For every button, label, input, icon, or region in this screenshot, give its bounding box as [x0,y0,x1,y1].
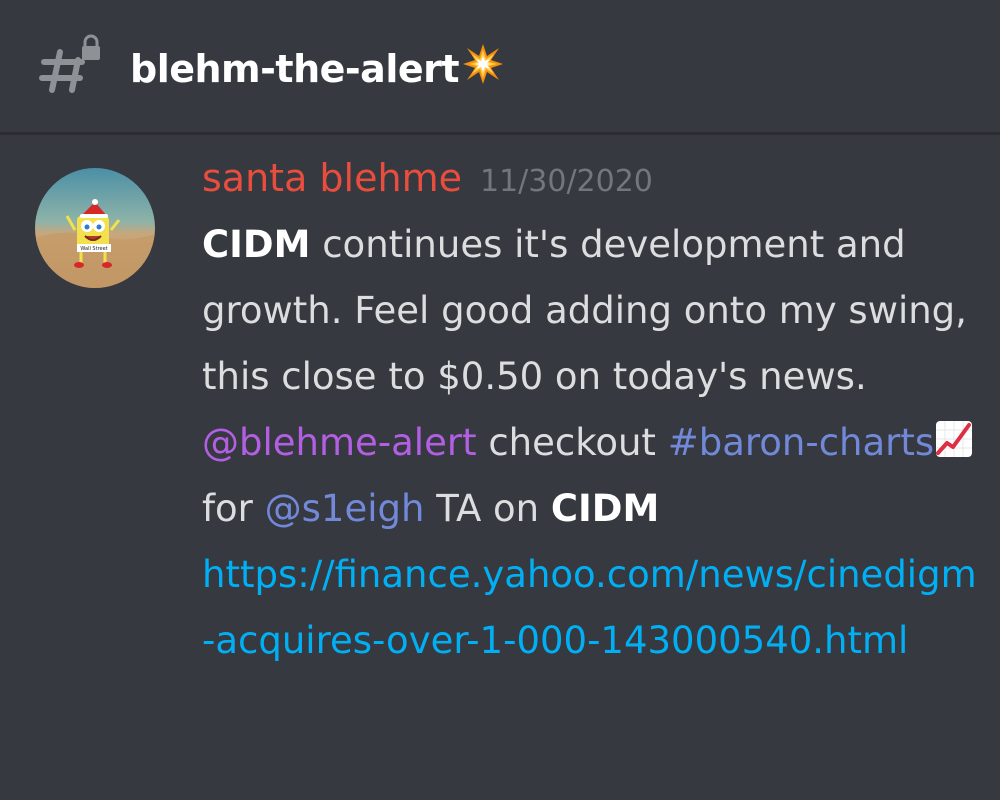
chart-increasing-emoji-icon [936,421,973,457]
message-content: CIDM continues it's development and grow… [202,212,982,674]
message-text-checkout: checkout [476,421,668,464]
message-paragraph-3: https://finance.yahoo.com/news/cinedigm-… [202,542,982,674]
message-header: santa blehme 11/30/2020 [202,152,653,204]
message-text-ta-on: TA on [424,487,551,530]
channel-header: blehm-the-alert [0,0,1000,135]
ticker-bold-2: CIDM [550,487,660,530]
channel-name-text: blehm-the-alert [130,47,460,91]
collision-emoji-icon [463,44,504,84]
channel-name[interactable]: blehm-the-alert [130,42,505,93]
message-author[interactable]: santa blehme [202,156,462,200]
channel-mention[interactable]: #baron-charts [668,421,934,464]
locked-text-channel-icon [39,34,100,93]
message-paragraph-1: CIDM continues it's development and grow… [202,212,982,410]
chat-message: Wall Street santa blehme 11/30/2020 CIDM … [0,138,1000,800]
message-paragraph-2: @blehme-alert checkout #baron-charts for… [202,410,982,542]
spongebob-santa-avatar-icon: Wall Street [35,168,155,288]
user-mention[interactable]: @blehme-alert [202,421,477,464]
user-avatar[interactable]: Wall Street [35,168,155,288]
ticker-bold: CIDM [202,223,311,266]
role-mention[interactable]: @s1eigh [265,487,425,530]
message-text: continues it's development and growth. F… [202,223,967,398]
message-timestamp: 11/30/2020 [479,164,653,199]
svg-text:Wall Street: Wall Street [80,246,107,252]
message-text-for: for [202,487,265,530]
news-link[interactable]: https://finance.yahoo.com/news/cinedigm-… [202,553,977,662]
